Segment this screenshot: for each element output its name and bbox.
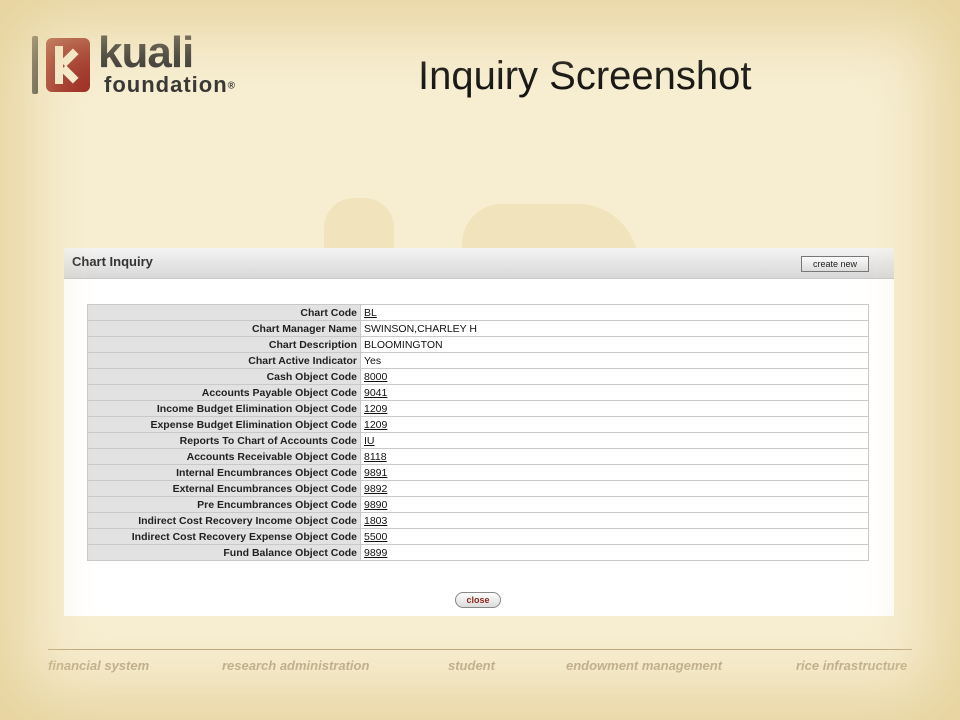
table-row: Indirect Cost Recovery Income Object Cod…: [87, 512, 869, 529]
logo-word-foundation: foundation®: [104, 72, 237, 97]
field-label: Chart Active Indicator: [87, 352, 361, 369]
footer-item-student[interactable]: student: [448, 658, 495, 673]
table-row: Accounts Receivable Object Code 8118: [87, 448, 869, 465]
field-value-cell: 9041: [360, 384, 869, 401]
field-value-link[interactable]: 9899: [364, 547, 387, 559]
footer-item-rice-infrastructure[interactable]: rice infrastructure: [796, 658, 907, 673]
field-label: Accounts Payable Object Code: [87, 384, 361, 401]
field-value-link[interactable]: 1209: [364, 419, 387, 431]
chart-inquiry-panel: Chart Inquiry create new Chart Code BL Cha…: [64, 248, 894, 616]
field-label: Reports To Chart of Accounts Code: [87, 432, 361, 449]
field-label: Fund Balance Object Code: [87, 544, 361, 561]
field-value-cell: 1209: [360, 416, 869, 433]
field-value: BLOOMINGTON: [360, 336, 869, 353]
table-row: Cash Object Code 8000: [87, 368, 869, 385]
field-value-link[interactable]: 9041: [364, 387, 387, 399]
registered-mark: ®: [227, 80, 237, 92]
footer-item-financial-system[interactable]: financial system: [48, 658, 149, 673]
field-label: Chart Description: [87, 336, 361, 353]
table-row: Pre Encumbrances Object Code 9890: [87, 496, 869, 513]
k-icon: [46, 38, 90, 92]
table-row: Reports To Chart of Accounts Code IU: [87, 432, 869, 449]
table-row: Accounts Payable Object Code 9041: [87, 384, 869, 401]
table-row: Chart Code BL: [87, 304, 869, 321]
field-value-link[interactable]: 1209: [364, 403, 387, 415]
field-value-cell: 9899: [360, 544, 869, 561]
kuali-logo: kuali foundation®: [32, 28, 272, 98]
field-value: SWINSON,CHARLEY H: [360, 320, 869, 337]
table-row: Internal Encumbrances Object Code 9891: [87, 464, 869, 481]
field-label: Indirect Cost Recovery Income Object Cod…: [87, 512, 361, 529]
field-value-cell: 5500: [360, 528, 869, 545]
panel-header: Chart Inquiry create new: [64, 248, 894, 279]
field-value-cell: IU: [360, 432, 869, 449]
field-value: Yes: [360, 352, 869, 369]
field-label: Accounts Receivable Object Code: [87, 448, 361, 465]
close-button[interactable]: close: [455, 592, 501, 608]
field-label: External Encumbrances Object Code: [87, 480, 361, 497]
field-value-cell: BL: [360, 304, 869, 321]
table-row: Chart Manager Name SWINSON,CHARLEY H: [87, 320, 869, 337]
field-label: Chart Manager Name: [87, 320, 361, 337]
create-new-button[interactable]: create new: [801, 256, 869, 272]
field-value-cell: 9891: [360, 464, 869, 481]
field-value-link[interactable]: 8000: [364, 371, 387, 383]
inquiry-table: Chart Code BL Chart Manager Name SWINSON,CH…: [87, 304, 869, 561]
field-label: Internal Encumbrances Object Code: [87, 464, 361, 481]
field-value-link[interactable]: BL: [364, 307, 377, 319]
field-label: Income Budget Elimination Object Code: [87, 400, 361, 417]
field-value-link[interactable]: 9890: [364, 499, 387, 511]
logo-bar: [32, 36, 38, 94]
field-value-cell: 1803: [360, 512, 869, 529]
footer-item-endowment-management[interactable]: endowment management: [566, 658, 722, 673]
field-label: Cash Object Code: [87, 368, 361, 385]
field-value-cell: 9892: [360, 480, 869, 497]
field-value-link[interactable]: 5500: [364, 531, 387, 543]
field-label: Expense Budget Elimination Object Code: [87, 416, 361, 433]
footer-item-research-administration[interactable]: research administration: [222, 658, 369, 673]
field-value-link[interactable]: IU: [364, 435, 375, 447]
logo-word-kuali: kuali: [98, 28, 194, 77]
field-value-link[interactable]: 1803: [364, 515, 387, 527]
field-label: Chart Code: [87, 304, 361, 321]
field-value-cell: 9890: [360, 496, 869, 513]
field-value-link[interactable]: 9892: [364, 483, 387, 495]
table-row: Expense Budget Elimination Object Code 12…: [87, 416, 869, 433]
field-value-cell: 8118: [360, 448, 869, 465]
field-value-link[interactable]: 8118: [364, 451, 387, 463]
table-row: Fund Balance Object Code 9899: [87, 544, 869, 561]
field-value-link[interactable]: 9891: [364, 467, 387, 479]
field-label: Indirect Cost Recovery Expense Object Co…: [87, 528, 361, 545]
table-row: External Encumbrances Object Code 9892: [87, 480, 869, 497]
table-row: Indirect Cost Recovery Expense Object Co…: [87, 528, 869, 545]
table-row: Chart Active Indicator Yes: [87, 352, 869, 369]
panel-title: Chart Inquiry: [72, 254, 153, 269]
field-label: Pre Encumbrances Object Code: [87, 496, 361, 513]
field-value-cell: 1209: [360, 400, 869, 417]
footer-divider: [48, 649, 912, 650]
table-row: Chart Description BLOOMINGTON: [87, 336, 869, 353]
slide-title: Inquiry Screenshot: [418, 54, 752, 98]
field-value-cell: 8000: [360, 368, 869, 385]
table-row: Income Budget Elimination Object Code 120…: [87, 400, 869, 417]
